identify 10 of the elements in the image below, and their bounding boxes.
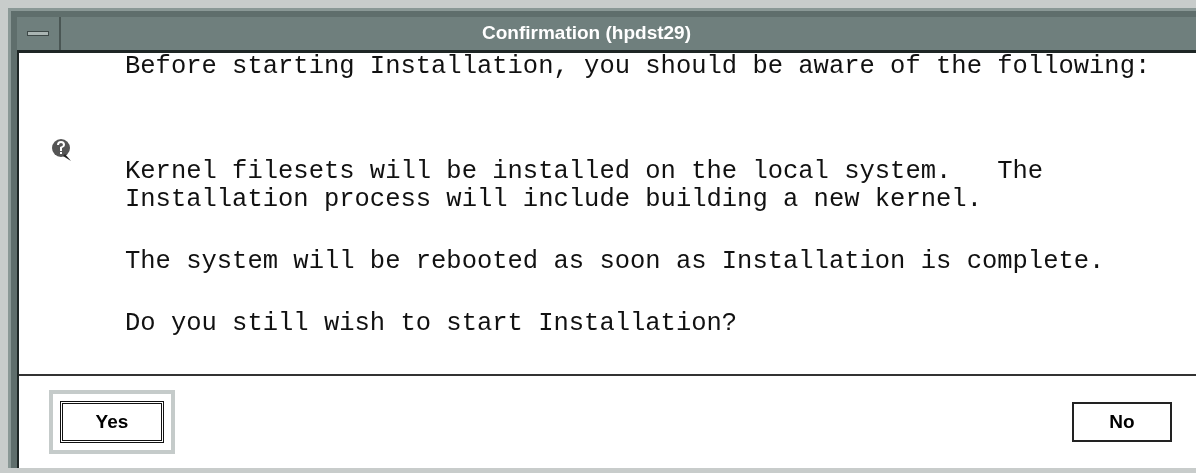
message-paragraph: Before starting Installation, you should be aware of the following: [125, 53, 1151, 81]
message-paragraph: Do you still wish to start Installation? [125, 310, 739, 338]
window-menu-button[interactable] [17, 17, 61, 50]
dialog-button[interactable]: Yes [49, 390, 175, 454]
minus-icon [27, 31, 49, 36]
question-icon [51, 138, 73, 162]
window-title: Confirmation (hpdst29) [61, 17, 1196, 50]
message-paragraph: Kernel filesets will be installed on the local system. The Installation process will include building a new kernel. [125, 158, 1045, 214]
dialog-button[interactable]: No [1072, 402, 1172, 442]
message-paragraph: The system will be rebooted as soon as Installation is complete. [125, 248, 1106, 276]
